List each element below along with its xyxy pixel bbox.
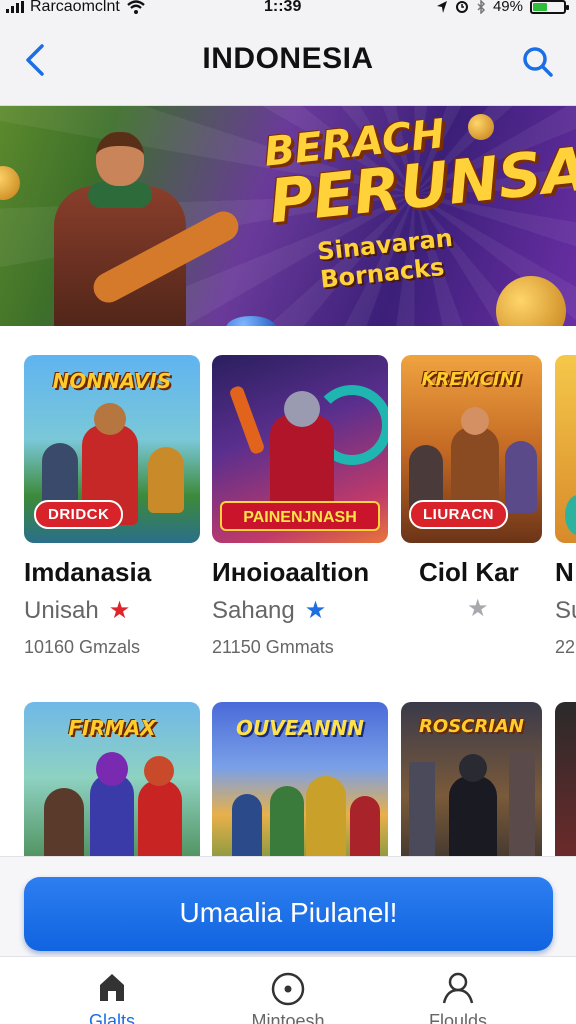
- game-thumbnail-title: NONNAVIS: [52, 369, 172, 393]
- bluetooth-icon: [477, 0, 486, 14]
- game-thumbnail-title: ROSCRIAN: [419, 716, 524, 737]
- game-subtitle-row: ★: [457, 597, 489, 621]
- primary-action-button[interactable]: Umaalia Piulanel!: [24, 877, 553, 951]
- game-count: 22: [555, 637, 576, 657]
- game-thumbnail-title: FIRMAX: [68, 716, 156, 740]
- tab-label: Mintoesh: [251, 1011, 325, 1024]
- home-icon: [100, 974, 124, 1001]
- game-badge: PAINENJNASH: [220, 501, 380, 531]
- game-thumbnail[interactable]: NONNAVIS DRIDCK: [24, 355, 200, 543]
- game-subtitle-row: Su: [555, 597, 576, 625]
- game-thumbnail[interactable]: KREMCINI LIURACN: [401, 355, 542, 543]
- game-name[interactable]: N: [555, 557, 574, 588]
- game-subtitle-row: Sahang ★: [212, 597, 326, 625]
- game-badge: DRIDCK: [34, 500, 124, 529]
- status-time: 1::39: [264, 0, 302, 15]
- game-thumbnail[interactable]: ROSCRIAN: [401, 702, 542, 856]
- game-thumbnail[interactable]: PAINENJNASH: [212, 355, 388, 543]
- signal-icon: [6, 1, 24, 13]
- game-thumbnail[interactable]: [555, 702, 576, 856]
- game-name[interactable]: Ciol Kar: [419, 557, 519, 588]
- status-right: 49%: [436, 0, 569, 15]
- promo-banner[interactable]: BERACH PERUNSA!: [0, 106, 576, 326]
- page-title: INDONESIA: [202, 42, 374, 75]
- game-subtitle: Unisah: [24, 597, 99, 624]
- game-subtitle-row: Unisah ★: [24, 597, 130, 625]
- search-icon: [523, 47, 553, 77]
- battery-fill: [533, 2, 547, 11]
- game-subtitle: Sahang: [212, 597, 295, 624]
- star-icon: ★: [108, 597, 131, 624]
- status-bar: Rarcaomclnt 1::39 49%: [0, 0, 576, 18]
- game-thumbnail-title: KREMCINI: [421, 369, 522, 390]
- star-icon: ★: [304, 597, 327, 624]
- battery-icon: [530, 0, 569, 14]
- game-badge: LIURACN: [409, 500, 508, 529]
- game-thumbnail[interactable]: OUVEANNN: [212, 702, 388, 856]
- status-left: Rarcaomclnt: [6, 0, 146, 16]
- game-thumbnail[interactable]: [555, 355, 576, 543]
- search-button[interactable]: [518, 42, 558, 82]
- game-subtitle: Su: [555, 597, 576, 624]
- game-count: 10160 Gmzals: [24, 637, 141, 657]
- tab-games[interactable]: Glalts: [42, 957, 182, 1024]
- game-name[interactable]: Imdanasia: [24, 557, 151, 588]
- location-icon: [436, 0, 447, 13]
- game-thumbnail-title: OUVEANNN: [235, 716, 365, 740]
- tab-label: Glalts: [88, 1011, 135, 1024]
- game-grid: NONNAVIS DRIDCK Imdanasia Unisah ★ 10160…: [0, 326, 576, 856]
- wifi-icon: [127, 0, 145, 14]
- star-icon: ★: [467, 595, 489, 622]
- tab-explore[interactable]: Mintoesh: [218, 957, 358, 1024]
- bottom-tab-bar: Glalts Mintoesh Floulds: [0, 956, 576, 1024]
- carrier-label: Rarcaomclnt: [30, 0, 120, 15]
- profile-icon: [442, 972, 474, 1004]
- tab-profile[interactable]: Floulds: [388, 957, 528, 1024]
- alarm-icon: [455, 0, 468, 13]
- banner-hero-illustration: [40, 132, 244, 326]
- game-thumbnail[interactable]: FIRMAX: [24, 702, 200, 856]
- game-count: 21150 Gmmats: [212, 637, 334, 657]
- game-name[interactable]: Инoioaaltion: [212, 557, 369, 588]
- tab-label: Floulds: [428, 1011, 488, 1024]
- top-navigation-bar: INDONESIA: [0, 18, 576, 106]
- battery-percent: 49%: [492, 0, 523, 15]
- cta-container: Umaalia Piulanel!: [0, 856, 576, 956]
- compass-icon: [271, 972, 305, 1006]
